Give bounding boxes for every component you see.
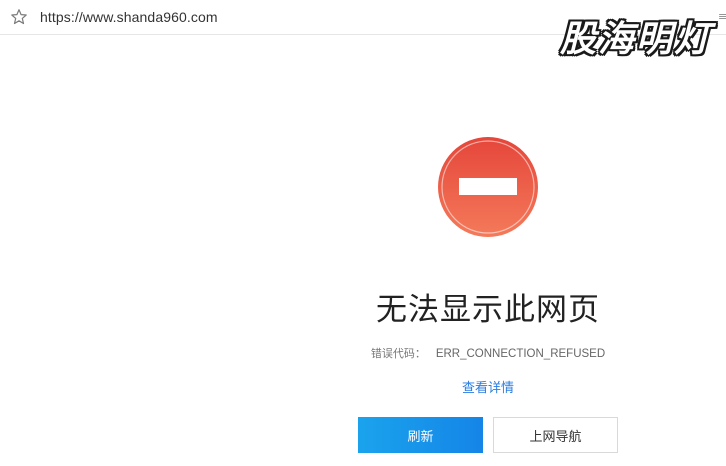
no-entry-icon bbox=[438, 137, 538, 237]
browser-page: https://www.shanda960.com ≡ 股海明灯 无法显示此网页… bbox=[0, 0, 726, 466]
error-title: 无法显示此网页 bbox=[376, 292, 600, 328]
error-code-value: ERR_CONNECTION_REFUSED bbox=[435, 348, 606, 360]
error-code-row: 错误代码： ERR_CONNECTION_REFUSED bbox=[300, 345, 676, 361]
watermark-logo: 股海明灯 bbox=[559, 19, 712, 60]
url-text[interactable]: https://www.shanda960.com bbox=[40, 9, 218, 25]
view-details-link[interactable]: 查看详情 bbox=[300, 377, 676, 396]
refresh-button[interactable]: 刷新 bbox=[358, 417, 483, 453]
menu-icon[interactable]: ≡ bbox=[718, 10, 726, 24]
star-icon[interactable] bbox=[10, 8, 28, 26]
error-code-label: 错误代码： bbox=[370, 347, 426, 360]
web-navigation-button[interactable]: 上网导航 bbox=[493, 417, 618, 453]
